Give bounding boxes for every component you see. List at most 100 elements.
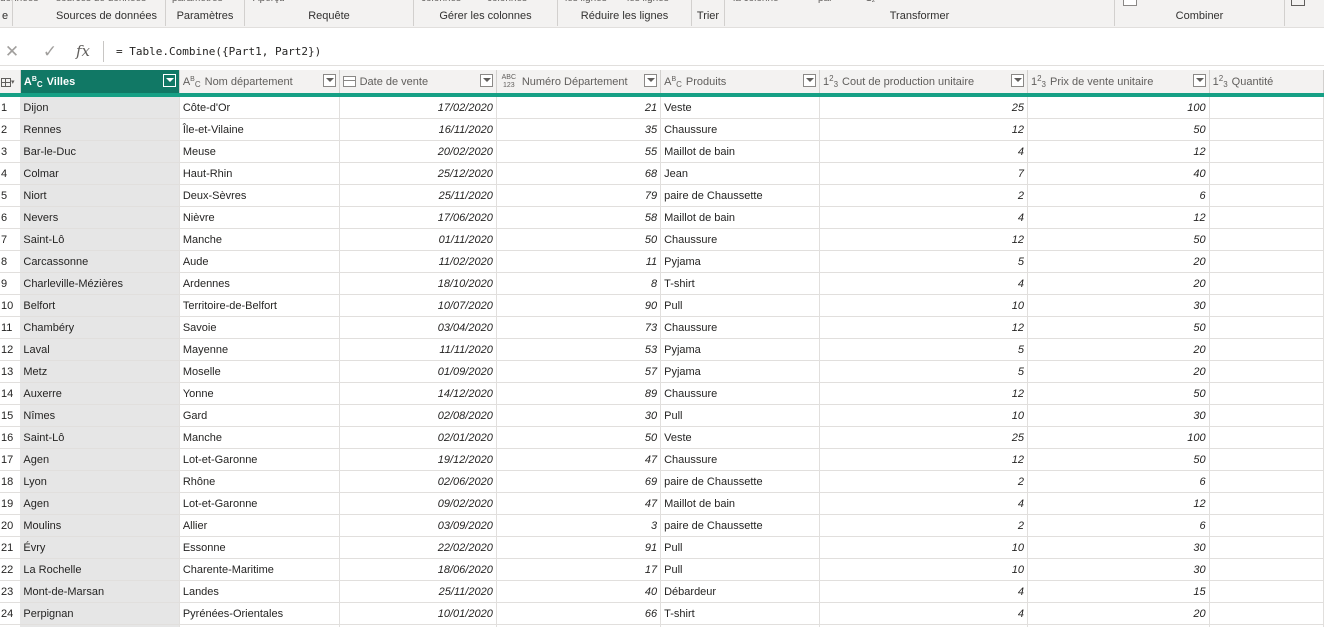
table-cell[interactable]: 57 (496, 360, 662, 383)
table-cell[interactable]: Chambéry (20, 316, 180, 339)
ribbon-command-label[interactable]: 1₂ (866, 0, 875, 4)
table-cell[interactable]: Metz (20, 360, 180, 383)
column-filter-dropdown-icon[interactable] (1192, 74, 1206, 87)
table-cell[interactable]: 10 (819, 558, 1028, 581)
table-cell[interactable]: Agen (20, 492, 180, 515)
table-cell[interactable]: 50 (1027, 382, 1210, 405)
table-cell[interactable]: 3 (496, 514, 662, 537)
table-cell[interactable]: 10 (819, 294, 1028, 317)
column-header[interactable]: ABC Nom département (179, 70, 340, 97)
table-cell[interactable]: 12 (819, 382, 1028, 405)
any-type-icon[interactable]: ABC 123 (500, 74, 518, 90)
row-number[interactable]: 13 (0, 360, 21, 383)
table-cell[interactable]: 30 (1027, 558, 1210, 581)
table-cell[interactable]: 25/11/2020 (339, 580, 497, 603)
table-cell[interactable]: 91 (496, 536, 662, 559)
table-cell[interactable]: 6 (1027, 470, 1210, 493)
table-cell[interactable] (1209, 206, 1324, 229)
table-cell[interactable]: Chaussure (660, 228, 820, 251)
table-cell[interactable] (1209, 580, 1324, 603)
column-header[interactable]: 123 Cout de production unitaire (819, 70, 1028, 97)
table-cell[interactable]: 50 (1027, 118, 1210, 141)
table-cell[interactable]: Charleville-Mézières (20, 272, 180, 295)
row-number[interactable]: 4 (0, 162, 21, 185)
table-cell[interactable]: Chaussure (660, 118, 820, 141)
table-cell[interactable]: 20 (1027, 272, 1210, 295)
table-cell[interactable]: 03/04/2020 (339, 316, 497, 339)
date-type-icon[interactable] (342, 76, 356, 87)
table-cell[interactable] (1209, 228, 1324, 251)
column-header[interactable]: ABC Villes (20, 70, 180, 97)
table-cell[interactable]: 68 (496, 162, 662, 185)
table-cell[interactable]: 66 (496, 602, 662, 625)
table-cell[interactable]: Pull (660, 536, 820, 559)
table-cell[interactable]: 10 (819, 404, 1028, 427)
table-cell[interactable] (1209, 360, 1324, 383)
table-cell[interactable]: 18/06/2020 (339, 558, 497, 581)
table-cell[interactable]: 20 (1027, 250, 1210, 273)
row-number[interactable]: 7 (0, 228, 21, 251)
table-cell[interactable]: Pyrénées-Orientales (179, 602, 340, 625)
table-cell[interactable]: 100 (1027, 426, 1210, 449)
table-cell[interactable]: 40 (1027, 162, 1210, 185)
table-cell[interactable]: Rennes (20, 118, 180, 141)
table-cell[interactable]: Chaussure (660, 316, 820, 339)
table-cell[interactable]: Mont-de-Marsan (20, 580, 180, 603)
row-number[interactable]: 12 (0, 338, 21, 361)
table-icon[interactable] (1, 78, 11, 87)
table-cell[interactable]: paire de Chaussette (660, 514, 820, 537)
table-cell[interactable]: 03/09/2020 (339, 514, 497, 537)
row-number[interactable]: 2 (0, 118, 21, 141)
table-cell[interactable]: Auxerre (20, 382, 180, 405)
table-cell[interactable]: T-shirt (660, 602, 820, 625)
table-cell[interactable]: Chaussure (660, 382, 820, 405)
table-cell[interactable]: Côte-d'Or (179, 95, 340, 119)
table-cell[interactable]: 100 (1027, 95, 1210, 119)
table-cell[interactable]: Belfort (20, 294, 180, 317)
table-cell[interactable]: 4 (819, 272, 1028, 295)
ribbon-window-icon[interactable] (1291, 0, 1305, 6)
column-filter-dropdown-icon[interactable] (644, 74, 658, 87)
table-cell[interactable] (1209, 404, 1324, 427)
confirm-icon[interactable]: ✓ (40, 38, 60, 65)
table-cell[interactable]: La Rochelle (20, 558, 180, 581)
table-cell[interactable] (1209, 250, 1324, 273)
row-number[interactable]: 9 (0, 272, 21, 295)
table-cell[interactable]: Lyon (20, 470, 180, 493)
row-number[interactable]: 17 (0, 448, 21, 471)
table-cell[interactable]: Charente-Maritime (179, 558, 340, 581)
cancel-icon[interactable]: ✕ (2, 38, 22, 65)
table-cell[interactable]: Ardennes (179, 272, 340, 295)
table-cell[interactable]: Pyjama (660, 338, 820, 361)
table-cell[interactable]: 25/11/2020 (339, 184, 497, 207)
ribbon-command-label[interactable]: par (818, 0, 832, 4)
table-cell[interactable]: paire de Chaussette (660, 470, 820, 493)
table-cell[interactable]: Veste (660, 95, 820, 119)
table-cell[interactable]: Maillot de bain (660, 206, 820, 229)
column-filter-dropdown-icon[interactable] (479, 74, 493, 87)
table-cell[interactable] (1209, 382, 1324, 405)
row-number[interactable]: 23 (0, 580, 21, 603)
column-header[interactable]: ABC 123 Numéro Département (496, 70, 662, 97)
table-cell[interactable] (1209, 118, 1324, 141)
table-cell[interactable] (1209, 294, 1324, 317)
table-cell[interactable]: 17/02/2020 (339, 95, 497, 119)
table-cell[interactable]: Pyjama (660, 250, 820, 273)
table-cell[interactable]: 10/01/2020 (339, 602, 497, 625)
combine-checkbox-icon[interactable] (1123, 0, 1137, 6)
table-cell[interactable]: 7 (819, 162, 1028, 185)
table-menu-corner[interactable]: ▾ (0, 70, 21, 97)
table-cell[interactable]: 47 (496, 492, 662, 515)
table-cell[interactable]: Saint-Lô (20, 228, 180, 251)
table-cell[interactable]: Jean (660, 162, 820, 185)
table-cell[interactable]: 11 (496, 250, 662, 273)
table-cell[interactable]: Savoie (179, 316, 340, 339)
table-cell[interactable]: 20 (1027, 602, 1210, 625)
table-cell[interactable]: Laval (20, 338, 180, 361)
ribbon-command-label[interactable]: paramètres (172, 0, 223, 4)
table-cell[interactable]: 12 (1027, 140, 1210, 163)
table-cell[interactable]: 21 (496, 95, 662, 119)
table-cell[interactable]: 30 (1027, 294, 1210, 317)
table-cell[interactable]: Perpignan (20, 602, 180, 625)
column-filter-dropdown-icon[interactable] (162, 74, 176, 87)
